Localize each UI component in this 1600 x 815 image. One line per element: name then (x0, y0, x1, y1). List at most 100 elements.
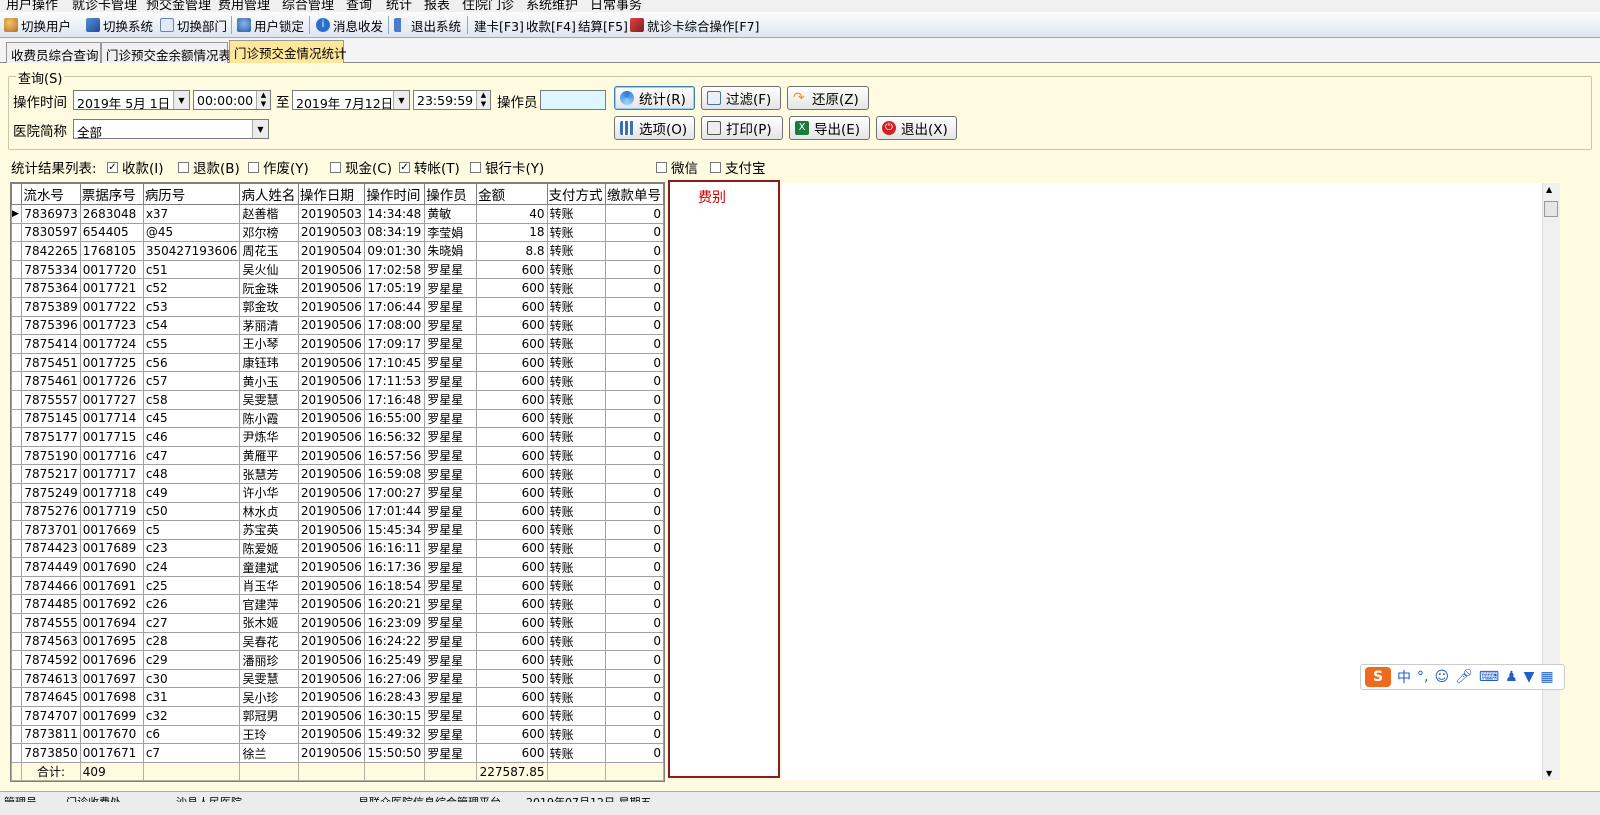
row-indicator[interactable] (11, 334, 23, 354)
table-row[interactable]: 7874555 0017694 c27 张木姬 20190506 16:23:09 罗星星 6… (11, 613, 664, 633)
table-row[interactable]: 7874485 0017692 c26 官建萍 20190506 16:20:21 罗星星 6… (11, 594, 664, 615)
checkbox-unchecked-icon[interactable] (710, 161, 721, 173)
row-indicator[interactable] (11, 594, 23, 615)
hospital-select[interactable]: 全部 ▼ (73, 119, 269, 139)
date-from-picker[interactable]: 2019年 5月 1日 ▼ (73, 90, 190, 110)
table-row[interactable]: 7875334 0017720 c51 吴火仙 20190506 17:02:58 罗星星 6… (11, 259, 664, 280)
row-indicator[interactable] (11, 668, 23, 689)
menu-item[interactable]: 综合管理 (282, 0, 334, 12)
microphone-icon[interactable]: 🎤︎ (1455, 669, 1473, 685)
row-indicator[interactable] (11, 464, 23, 484)
chevron-down-icon[interactable]: ▼ (173, 91, 189, 109)
receive-payment-button[interactable]: 收款[F4] (526, 15, 576, 35)
exit-system-button[interactable]: 退出系统 (394, 15, 461, 35)
date-to-picker[interactable]: 2019年 7月12日 ▼ (292, 90, 410, 110)
table-row[interactable]: 7874592 0017696 c29 潘丽珍 20190506 16:25:49 罗星星 6… (11, 650, 664, 670)
menu-item[interactable]: 查询 (346, 0, 372, 12)
table-row[interactable]: 7830597 654405 @45 邓尔榜 20190503 08:34:19 李莹娟 18… (11, 222, 664, 243)
row-indicator[interactable] (11, 482, 23, 503)
table-row[interactable]: 7875451 0017725 c56 康钰玮 20190506 17:10:45 罗星星 6… (11, 352, 664, 373)
scroll-down-icon[interactable]: ▼ (1546, 769, 1552, 778)
time-to-input[interactable]: 23:59:59 ▲ ▼ (413, 90, 491, 110)
row-indicator[interactable] (11, 445, 23, 466)
row-indicator[interactable] (11, 538, 23, 559)
checkbox-checked-icon[interactable]: ✓ (399, 161, 410, 173)
column-header[interactable]: 病人姓名 (239, 183, 299, 205)
menu-item[interactable]: 报表 (424, 0, 450, 12)
restore-button[interactable]: ↷ 还原(Z) (787, 86, 869, 110)
row-indicator[interactable] (11, 687, 23, 708)
table-row[interactable]: 7874449 0017690 c24 童建斌 20190506 16:17:36 罗星星 6… (11, 557, 664, 577)
table-row[interactable]: 7874707 0017699 c32 郭冠男 20190506 16:30:15 罗星星 6… (11, 706, 664, 726)
table-row[interactable]: 7842265 1768105 350427193606 周花玉 20190504 09:… (11, 241, 664, 261)
create-card-button[interactable]: 建卡[F3] (474, 15, 524, 35)
ime-mode[interactable]: 中 (1397, 667, 1411, 687)
row-indicator[interactable] (11, 724, 23, 745)
table-row[interactable]: 7875177 0017715 c46 尹炼华 20190506 16:56:32 罗星星 6… (11, 427, 664, 447)
table-row[interactable]: 7875389 0017722 c53 郭金玫 20190506 17:06:44 罗星星 6… (11, 296, 664, 317)
column-header[interactable]: 操作员 (424, 183, 478, 205)
table-row[interactable]: 7875461 0017726 c57 黄小玉 20190506 17:11:53 罗星星 6… (11, 371, 664, 391)
table-row[interactable]: 7875364 0017721 c52 阮金珠 20190506 17:05:19 罗星星 6… (11, 278, 664, 298)
filter-checkbox[interactable]: ✓ 转帐(T) (399, 157, 460, 177)
table-row[interactable]: 7874423 0017689 c23 陈爱姬 20190506 16:16:11 罗星星 6… (11, 538, 664, 559)
menu-item[interactable]: 用户操作 (6, 0, 58, 12)
exit-button[interactable]: ⏻ 退出(X) (876, 116, 957, 140)
tab-cashier-query[interactable]: 收费员综合查询 (6, 42, 101, 63)
table-row[interactable]: 7875557 0017727 c58 吴雯慧 20190506 17:16:48 罗星星 6… (11, 389, 664, 410)
table-row[interactable]: 7873850 0017671 c7 徐兰 20190506 15:50:50 罗星星 600… (11, 743, 664, 763)
table-row[interactable]: 7875276 0017719 c50 林水贞 20190506 17:01:44 罗星星 6… (11, 501, 664, 522)
row-indicator[interactable] (11, 296, 23, 317)
row-indicator[interactable] (11, 520, 23, 540)
checkbox-unchecked-icon[interactable] (248, 161, 259, 173)
switch-user-button[interactable]: 切换用户 (4, 15, 71, 35)
column-header[interactable]: 操作日期 (297, 183, 366, 205)
switch-dept-button[interactable]: 切换部门 (160, 15, 227, 35)
table-row[interactable]: 7875396 0017723 c54 茅丽清 20190506 17:08:00 罗星星 6… (11, 315, 664, 336)
column-header[interactable]: 流水号 (21, 183, 81, 205)
row-indicator[interactable] (11, 743, 23, 763)
menu-item[interactable]: 就诊卡管理 (72, 0, 137, 12)
menu-item[interactable]: 住院门诊 (462, 0, 514, 12)
table-row[interactable]: 7874613 0017697 c30 吴雯慧 20190506 16:27:06 罗星星 5… (11, 668, 664, 689)
table-row[interactable]: 7873811 0017670 c6 王玲 20190506 15:49:32 罗星星 600… (11, 724, 664, 745)
row-indicator[interactable] (11, 389, 23, 410)
user-lock-button[interactable]: 用户锁定 (237, 15, 304, 35)
filter-checkbox[interactable]: 退款(B) (178, 157, 240, 177)
row-indicator[interactable] (11, 631, 23, 652)
chevron-down-icon[interactable]: ▼ (393, 91, 409, 109)
options-button[interactable]: 选项(O) (614, 116, 695, 140)
keyboard-icon[interactable]: ⌨ (1479, 669, 1499, 685)
toolbox-icon[interactable]: ▦ (1540, 669, 1553, 685)
checkbox-unchecked-icon[interactable] (330, 161, 341, 173)
column-header[interactable]: 金额 (476, 183, 548, 205)
column-header[interactable]: 病历号 (142, 183, 241, 205)
chevron-down-icon[interactable]: ▼ (252, 120, 268, 138)
fee-category-panel[interactable]: 费别 (668, 180, 780, 778)
emoji-icon[interactable]: ☺ (1434, 669, 1449, 685)
scroll-up-icon[interactable]: ▲ (1546, 185, 1552, 194)
row-indicator[interactable] (11, 278, 23, 298)
menu-item[interactable]: 统计 (386, 0, 412, 12)
row-indicator[interactable] (11, 557, 23, 577)
menu-item[interactable]: 日常事务 (590, 0, 642, 12)
table-row[interactable]: 7875190 0017716 c47 黄雁平 20190506 16:57:56 罗星星 6… (11, 445, 664, 466)
menu-item[interactable]: 系统维护 (526, 0, 578, 12)
row-indicator[interactable] (11, 706, 23, 726)
row-indicator[interactable] (11, 408, 23, 429)
menu-item[interactable]: 费用管理 (218, 0, 270, 12)
vertical-scrollbar[interactable]: ▲ ▼ (1542, 183, 1560, 780)
table-row[interactable]: ▶ 7836973 2683048 x37 赵善楷 20190503 14:34:48 黄敏 4… (11, 204, 664, 224)
row-indicator[interactable] (11, 613, 23, 633)
column-header[interactable]: 支付方式 (546, 183, 606, 205)
row-indicator[interactable] (11, 222, 23, 243)
tab-prepay-balance[interactable]: 门诊预交金余额情况表 (101, 42, 231, 63)
table-row[interactable]: 7874563 0017695 c28 吴春花 20190506 16:24:22 罗星星 6… (11, 631, 664, 652)
filter-checkbox[interactable]: 支付宝 (710, 157, 766, 177)
user-icon[interactable]: ♟ (1505, 669, 1518, 685)
operator-input[interactable] (540, 90, 606, 110)
table-row[interactable]: 7875217 0017717 c48 张慧芳 20190506 16:59:08 罗星星 6… (11, 464, 664, 484)
table-row[interactable]: 7875414 0017724 c55 王小琴 20190506 17:09:17 罗星星 6… (11, 334, 664, 354)
time-from-input[interactable]: 00:00:00 ▲ ▼ (193, 90, 271, 110)
row-pointer-icon[interactable]: ▶ (11, 204, 23, 224)
